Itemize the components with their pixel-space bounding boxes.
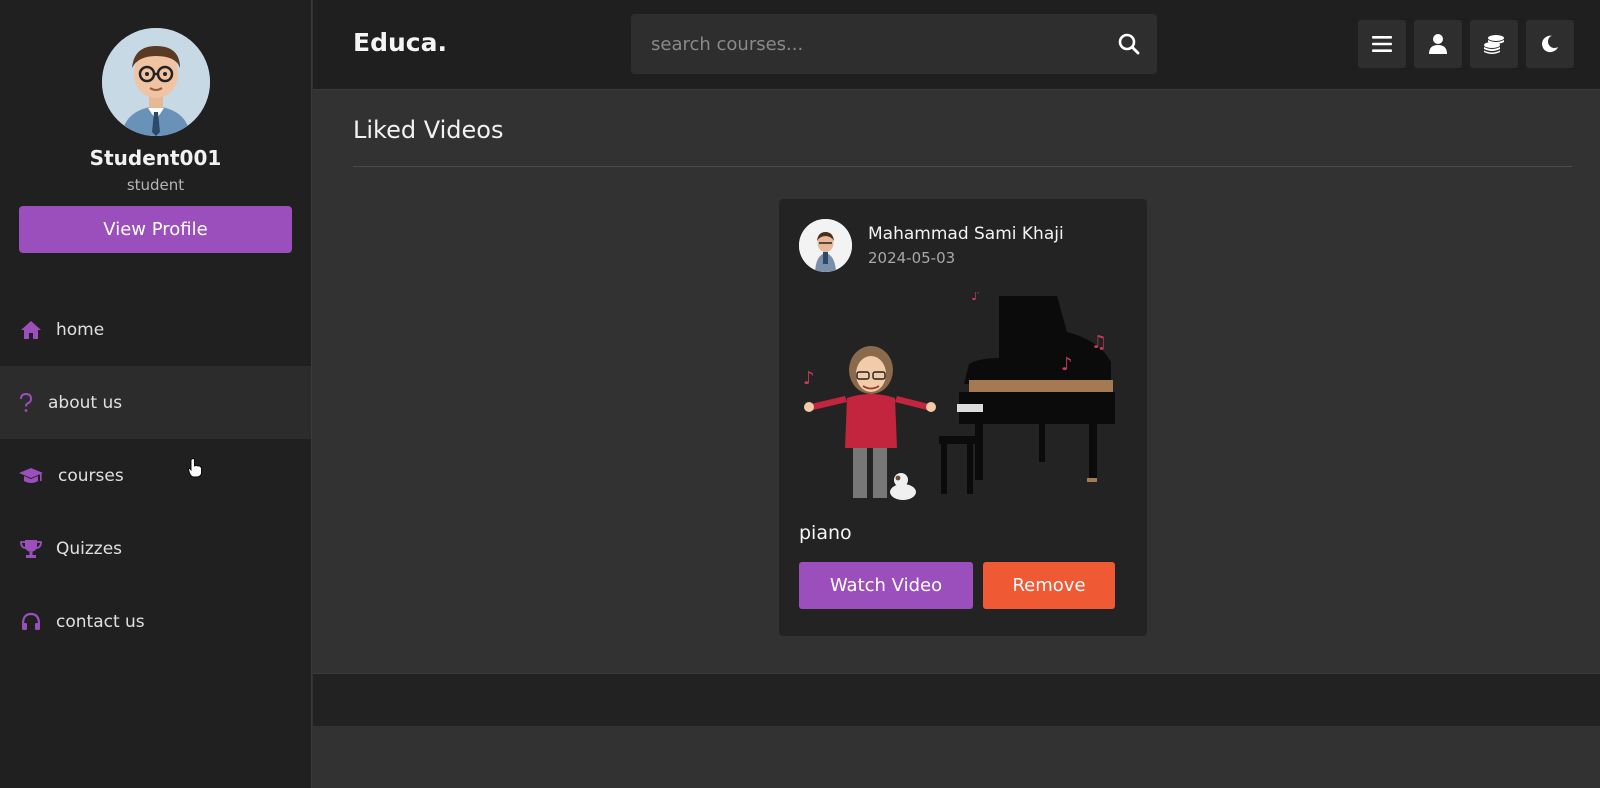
headset-icon xyxy=(18,611,44,633)
watch-video-button[interactable]: Watch Video xyxy=(799,562,973,609)
avatar-illustration xyxy=(101,28,210,136)
sidebar-item-label: about us xyxy=(48,392,123,413)
sidebar-item-label: courses xyxy=(58,465,124,486)
author-name: Mahammad Sami Khaji xyxy=(868,224,1064,244)
search-icon xyxy=(1118,33,1140,55)
card-header: Mahammad Sami Khaji 2024-05-03 xyxy=(779,199,1147,272)
sidebar: Student001 student View Profile home abo… xyxy=(0,0,312,788)
sidebar-item-quizzes[interactable]: Quizzes xyxy=(0,512,311,585)
svg-text:♪: ♪ xyxy=(1061,354,1073,375)
sidebar-item-home[interactable]: home xyxy=(0,293,311,366)
sidebar-item-label: home xyxy=(56,319,105,340)
graduation-cap-icon xyxy=(18,465,44,487)
card-meta: Mahammad Sami Khaji 2024-05-03 xyxy=(868,224,1064,267)
moon-icon xyxy=(1542,35,1558,53)
svg-text:♫: ♫ xyxy=(1091,332,1107,353)
video-date: 2024-05-03 xyxy=(868,249,956,267)
theme-toggle-button[interactable] xyxy=(1526,20,1574,68)
card-actions: Watch Video Remove xyxy=(799,562,1127,609)
author-avatar[interactable] xyxy=(799,219,852,272)
footer-bar xyxy=(313,673,1600,726)
hand-cursor-icon xyxy=(188,458,202,478)
main-content: Liked Videos Mahammad Sami Khaji 2024-05… xyxy=(313,91,1600,673)
profile-name: Student001 xyxy=(89,146,222,170)
svg-text:♪: ♪ xyxy=(971,292,980,304)
top-header: Educa. xyxy=(313,0,1600,90)
sidebar-item-contact-us[interactable]: contact us xyxy=(0,585,311,658)
trophy-icon xyxy=(18,538,44,560)
profile-section: Student001 student View Profile xyxy=(0,0,311,253)
page-title: Liked Videos xyxy=(353,116,504,144)
sidebar-item-about-us[interactable]: about us xyxy=(0,366,311,439)
search-button[interactable] xyxy=(1101,14,1157,74)
page-bottom xyxy=(313,726,1600,788)
sidebar-nav: home about us courses Quizzes contact us xyxy=(0,293,311,658)
search-bar xyxy=(631,14,1157,74)
author-avatar-illustration xyxy=(799,219,852,272)
liked-video-card: Mahammad Sami Khaji 2024-05-03 ♪ ♫ ♪ ♪ p… xyxy=(779,199,1147,636)
search-input[interactable] xyxy=(631,14,1101,74)
title-divider xyxy=(353,166,1572,167)
header-actions xyxy=(1358,20,1574,68)
profile-role: student xyxy=(126,176,185,194)
coins-icon xyxy=(1484,35,1504,54)
menu-icon xyxy=(1372,36,1392,52)
video-thumbnail[interactable]: ♪ ♫ ♪ ♪ xyxy=(799,288,1127,502)
question-icon xyxy=(18,392,34,414)
user-button[interactable] xyxy=(1414,20,1462,68)
sidebar-item-label: Quizzes xyxy=(56,538,123,559)
video-title: piano xyxy=(799,522,852,544)
svg-text:♪: ♪ xyxy=(803,368,815,389)
coins-button[interactable] xyxy=(1470,20,1518,68)
sidebar-item-label: contact us xyxy=(56,611,145,632)
sidebar-item-courses[interactable]: courses xyxy=(0,439,311,512)
remove-button[interactable]: Remove xyxy=(983,562,1115,609)
piano-teacher-illustration: ♪ ♫ ♪ ♪ xyxy=(803,288,1115,500)
view-profile-button[interactable]: View Profile xyxy=(19,206,292,253)
home-icon xyxy=(18,319,44,341)
profile-avatar[interactable] xyxy=(101,28,210,136)
menu-button[interactable] xyxy=(1358,20,1406,68)
app-logo[interactable]: Educa. xyxy=(353,28,447,57)
user-icon xyxy=(1429,34,1447,54)
